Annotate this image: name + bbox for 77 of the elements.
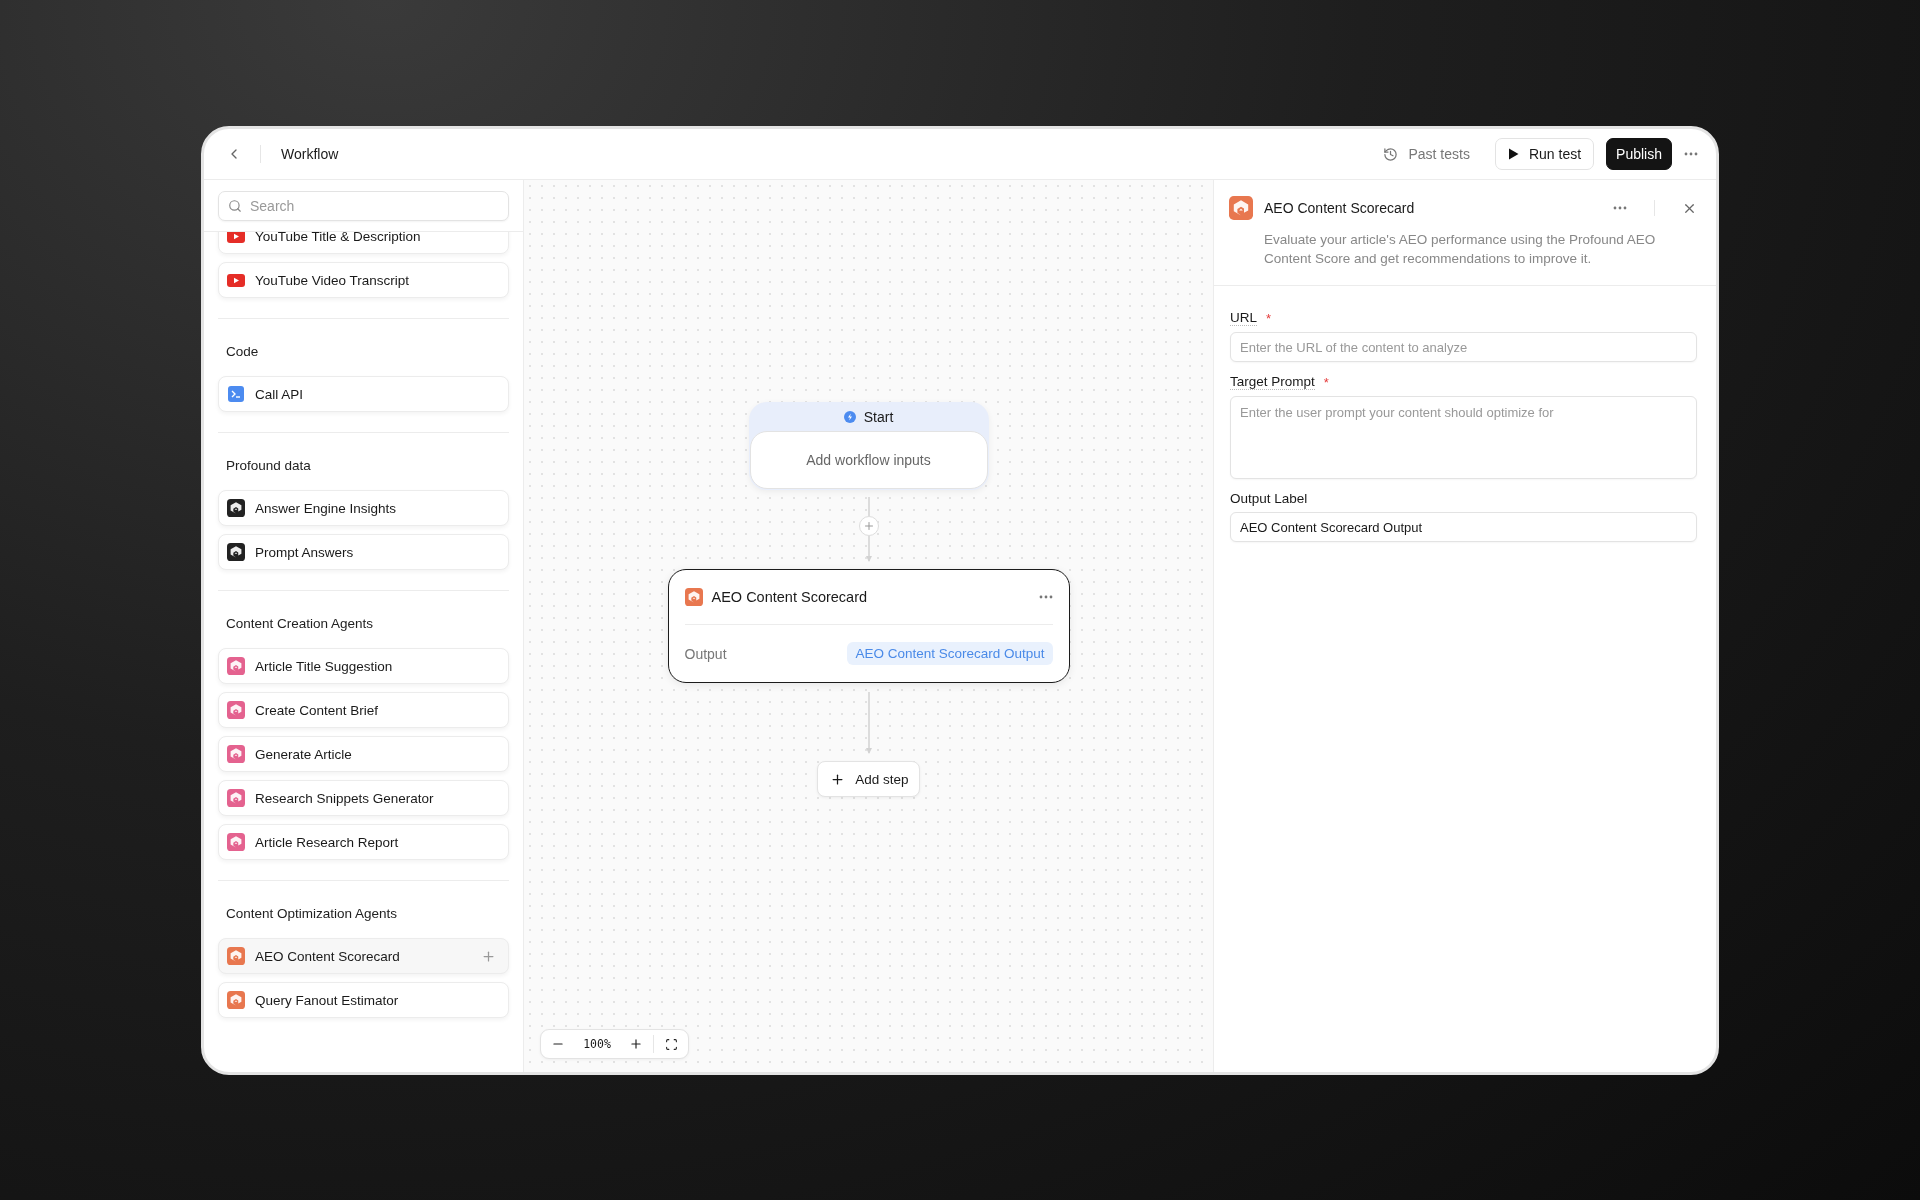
section-heading: Content Optimization Agents (225, 905, 399, 922)
history-icon (1383, 146, 1399, 162)
item-label: Research Snippets Generator (255, 790, 435, 806)
agent-logo-icon (1229, 196, 1253, 220)
item-label: Article Title Suggestion (255, 658, 394, 674)
agent-logo-icon (227, 947, 245, 965)
agent-logo-icon (227, 701, 245, 719)
start-icon (843, 410, 856, 423)
item-label: Generate Article (255, 746, 353, 762)
item-label: AEO Content Scorecard (255, 948, 401, 964)
sidebar-item[interactable]: Create Content Brief (218, 692, 509, 728)
add-inputs-button[interactable]: Add workflow inputs (749, 431, 988, 489)
run-button[interactable]: Run test (1494, 138, 1595, 170)
item-label: YouTube Video Transcript (255, 272, 411, 288)
more-icon[interactable] (1038, 595, 1053, 599)
item-label: Call API (255, 386, 305, 402)
sidebar-item[interactable]: Research Snippets Generator (218, 780, 509, 816)
section-heading: Code (225, 343, 260, 360)
item-label: Query Fanout Estimator (255, 992, 400, 1008)
video-play-icon (227, 273, 245, 287)
step-node[interactable]: AEO Content Scorecard Output AEO Content Scorecard Output (667, 569, 1070, 683)
agent-logo-icon (227, 789, 245, 807)
prompt-field[interactable]: Enter the user prompt your content should optimize for (1230, 396, 1697, 479)
item-label: Create Content Brief (255, 702, 380, 718)
node-title: Start (863, 408, 894, 425)
add-icon[interactable] (481, 948, 496, 964)
publish-button[interactable]: Publish (1606, 138, 1672, 170)
input-field[interactable]: Enter the URL of the content to analyze (1230, 332, 1697, 362)
history-button[interactable]: Past tests (1370, 138, 1483, 170)
agent-logo-icon (227, 745, 245, 763)
sidebar-item[interactable]: Article Title Suggestion (218, 648, 509, 684)
sidebar-item[interactable]: Call API (218, 376, 509, 412)
agent-logo-icon (684, 588, 703, 606)
field-label: Target Prompt (1230, 374, 1315, 390)
node-title: AEO Content Scorecard (711, 589, 869, 605)
page-title: Workflow (281, 146, 339, 162)
panel-description: Evaluate your article's AEO performance using the Profound AEO Content Score and get recommendations to improve it. (1264, 231, 1657, 268)
sidebar-item[interactable]: Query Fanout Estimator (218, 982, 509, 1018)
agent-logo-icon (227, 543, 245, 561)
output-label: Output (684, 645, 727, 662)
agent-logo-icon (227, 991, 245, 1009)
item-label: Prompt Answers (255, 544, 355, 560)
agent-logo-icon (227, 657, 245, 675)
required-mark: * (1266, 310, 1272, 326)
panel-title: AEO Content Scorecard (1264, 200, 1416, 216)
more-icon[interactable] (1684, 152, 1698, 156)
section-heading: Content Creation Agents (225, 615, 375, 632)
search-field[interactable]: Search (218, 191, 509, 221)
sidebar-item[interactable]: Answer Engine Insights (218, 490, 509, 526)
agent-logo-icon (227, 833, 245, 851)
agent-logo-icon (227, 499, 245, 517)
item-label: Article Research Report (255, 834, 400, 850)
play-icon (1507, 148, 1519, 160)
search-icon (228, 199, 242, 213)
required-mark: * (1323, 374, 1329, 390)
zoom-level: 100% (582, 1037, 612, 1051)
terminal-icon (228, 386, 244, 402)
sidebar-item[interactable]: Generate Article (218, 736, 509, 772)
sidebar-item[interactable]: Prompt Answers (218, 534, 509, 570)
section-heading: Profound data (225, 457, 312, 474)
add-step-button[interactable]: Add step (817, 761, 920, 797)
sidebar-item[interactable]: YouTube Video Transcript (218, 262, 509, 298)
output-tag: AEO Content Scorecard Output (847, 642, 1053, 665)
plus-icon (629, 1037, 643, 1051)
plus-icon (862, 520, 875, 532)
connector-line (864, 692, 873, 754)
more-icon[interactable] (1613, 206, 1627, 210)
video-play-icon (227, 232, 245, 243)
fit-view-icon (664, 1037, 678, 1051)
input-field[interactable]: AEO Content Scorecard Output (1230, 512, 1697, 542)
field-label: URL (1230, 310, 1257, 326)
sidebar-item[interactable]: AEO Content Scorecard (218, 938, 509, 974)
connector-line (864, 536, 873, 562)
plus-icon (830, 771, 846, 787)
sidebar-item[interactable]: Article Research Report (218, 824, 509, 860)
field-label: Output Label (1230, 491, 1308, 506)
item-label: Answer Engine Insights (255, 500, 398, 516)
